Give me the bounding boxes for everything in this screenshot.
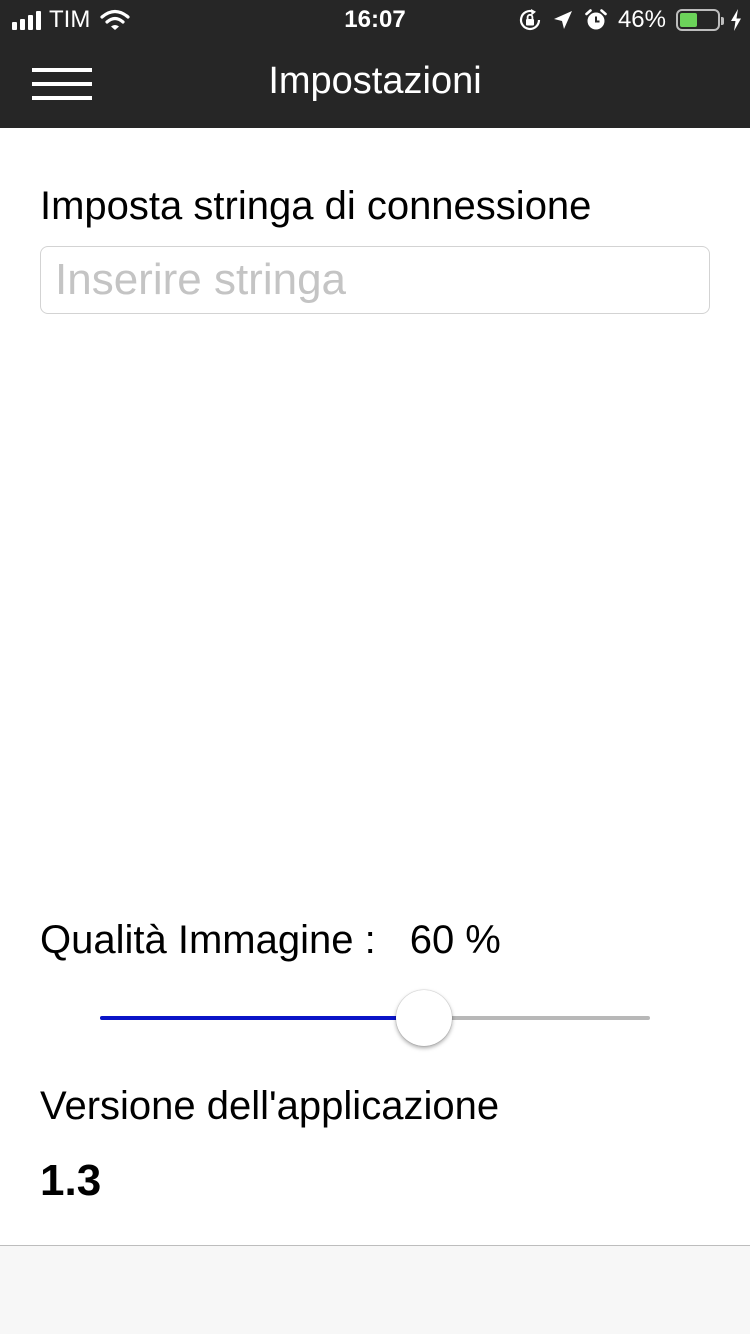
app-version-label: Versione dell'applicazione (40, 1084, 500, 1128)
charging-bolt-icon (731, 9, 741, 31)
connection-string-input[interactable] (40, 246, 710, 314)
image-quality-row: Qualità Immagine : 60 % (40, 918, 501, 963)
app-version-value: 1.3 (40, 1156, 102, 1205)
battery-fill (680, 13, 697, 27)
battery-icon (676, 9, 724, 31)
image-quality-label: Qualità Immagine : (40, 918, 376, 962)
slider-thumb[interactable] (396, 990, 453, 1046)
status-bar: TIM 16:07 46% (0, 0, 750, 40)
image-quality-value: 60 % (409, 918, 501, 962)
top-bar: TIM 16:07 46% Impostazioni (0, 0, 750, 128)
location-arrow-icon (553, 11, 572, 29)
navigation-bar: Impostazioni (0, 40, 750, 128)
orientation-lock-icon (519, 9, 541, 31)
slider-track-fill (100, 1016, 425, 1020)
page-title: Impostazioni (268, 60, 482, 102)
image-quality-slider[interactable] (100, 988, 650, 1048)
status-right: 46% (518, 6, 742, 34)
bottom-bar (0, 1245, 750, 1334)
battery-percent: 46% (617, 6, 666, 33)
connection-string-label: Imposta stringa di connessione (40, 184, 592, 228)
alarm-icon (585, 9, 607, 30)
